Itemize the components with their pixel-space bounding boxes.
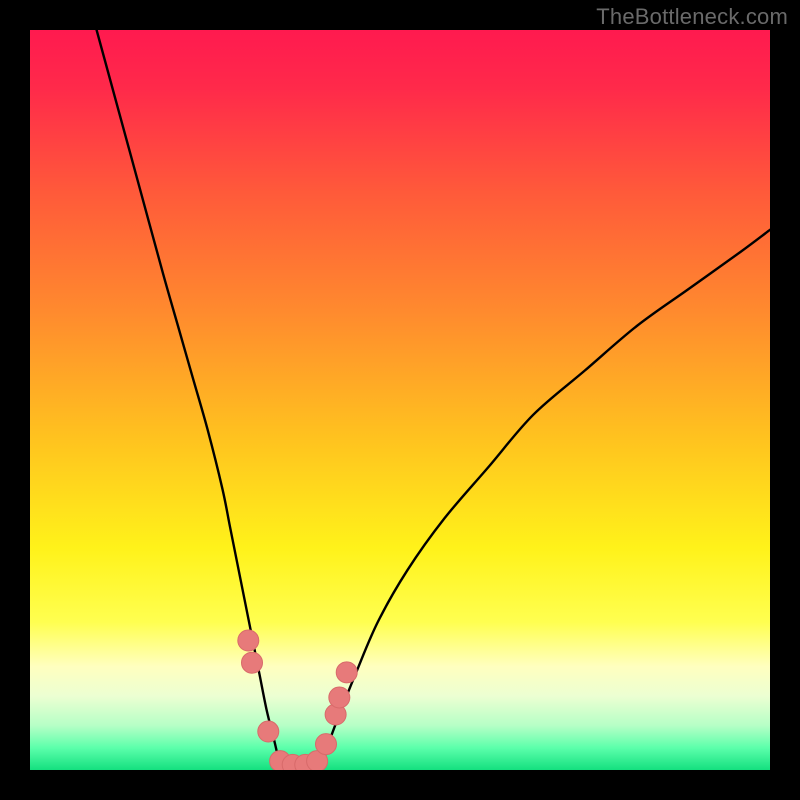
outer-frame: TheBottleneck.com bbox=[0, 0, 800, 800]
watermark-text: TheBottleneck.com bbox=[596, 4, 788, 30]
data-marker bbox=[238, 630, 259, 651]
plot-area bbox=[30, 30, 770, 770]
data-marker bbox=[336, 662, 357, 683]
data-marker bbox=[316, 734, 337, 755]
data-marker bbox=[329, 687, 350, 708]
curve-segment-right bbox=[322, 230, 770, 767]
data-marker bbox=[258, 721, 279, 742]
data-marker bbox=[242, 652, 263, 673]
bottleneck-curve bbox=[30, 30, 770, 770]
